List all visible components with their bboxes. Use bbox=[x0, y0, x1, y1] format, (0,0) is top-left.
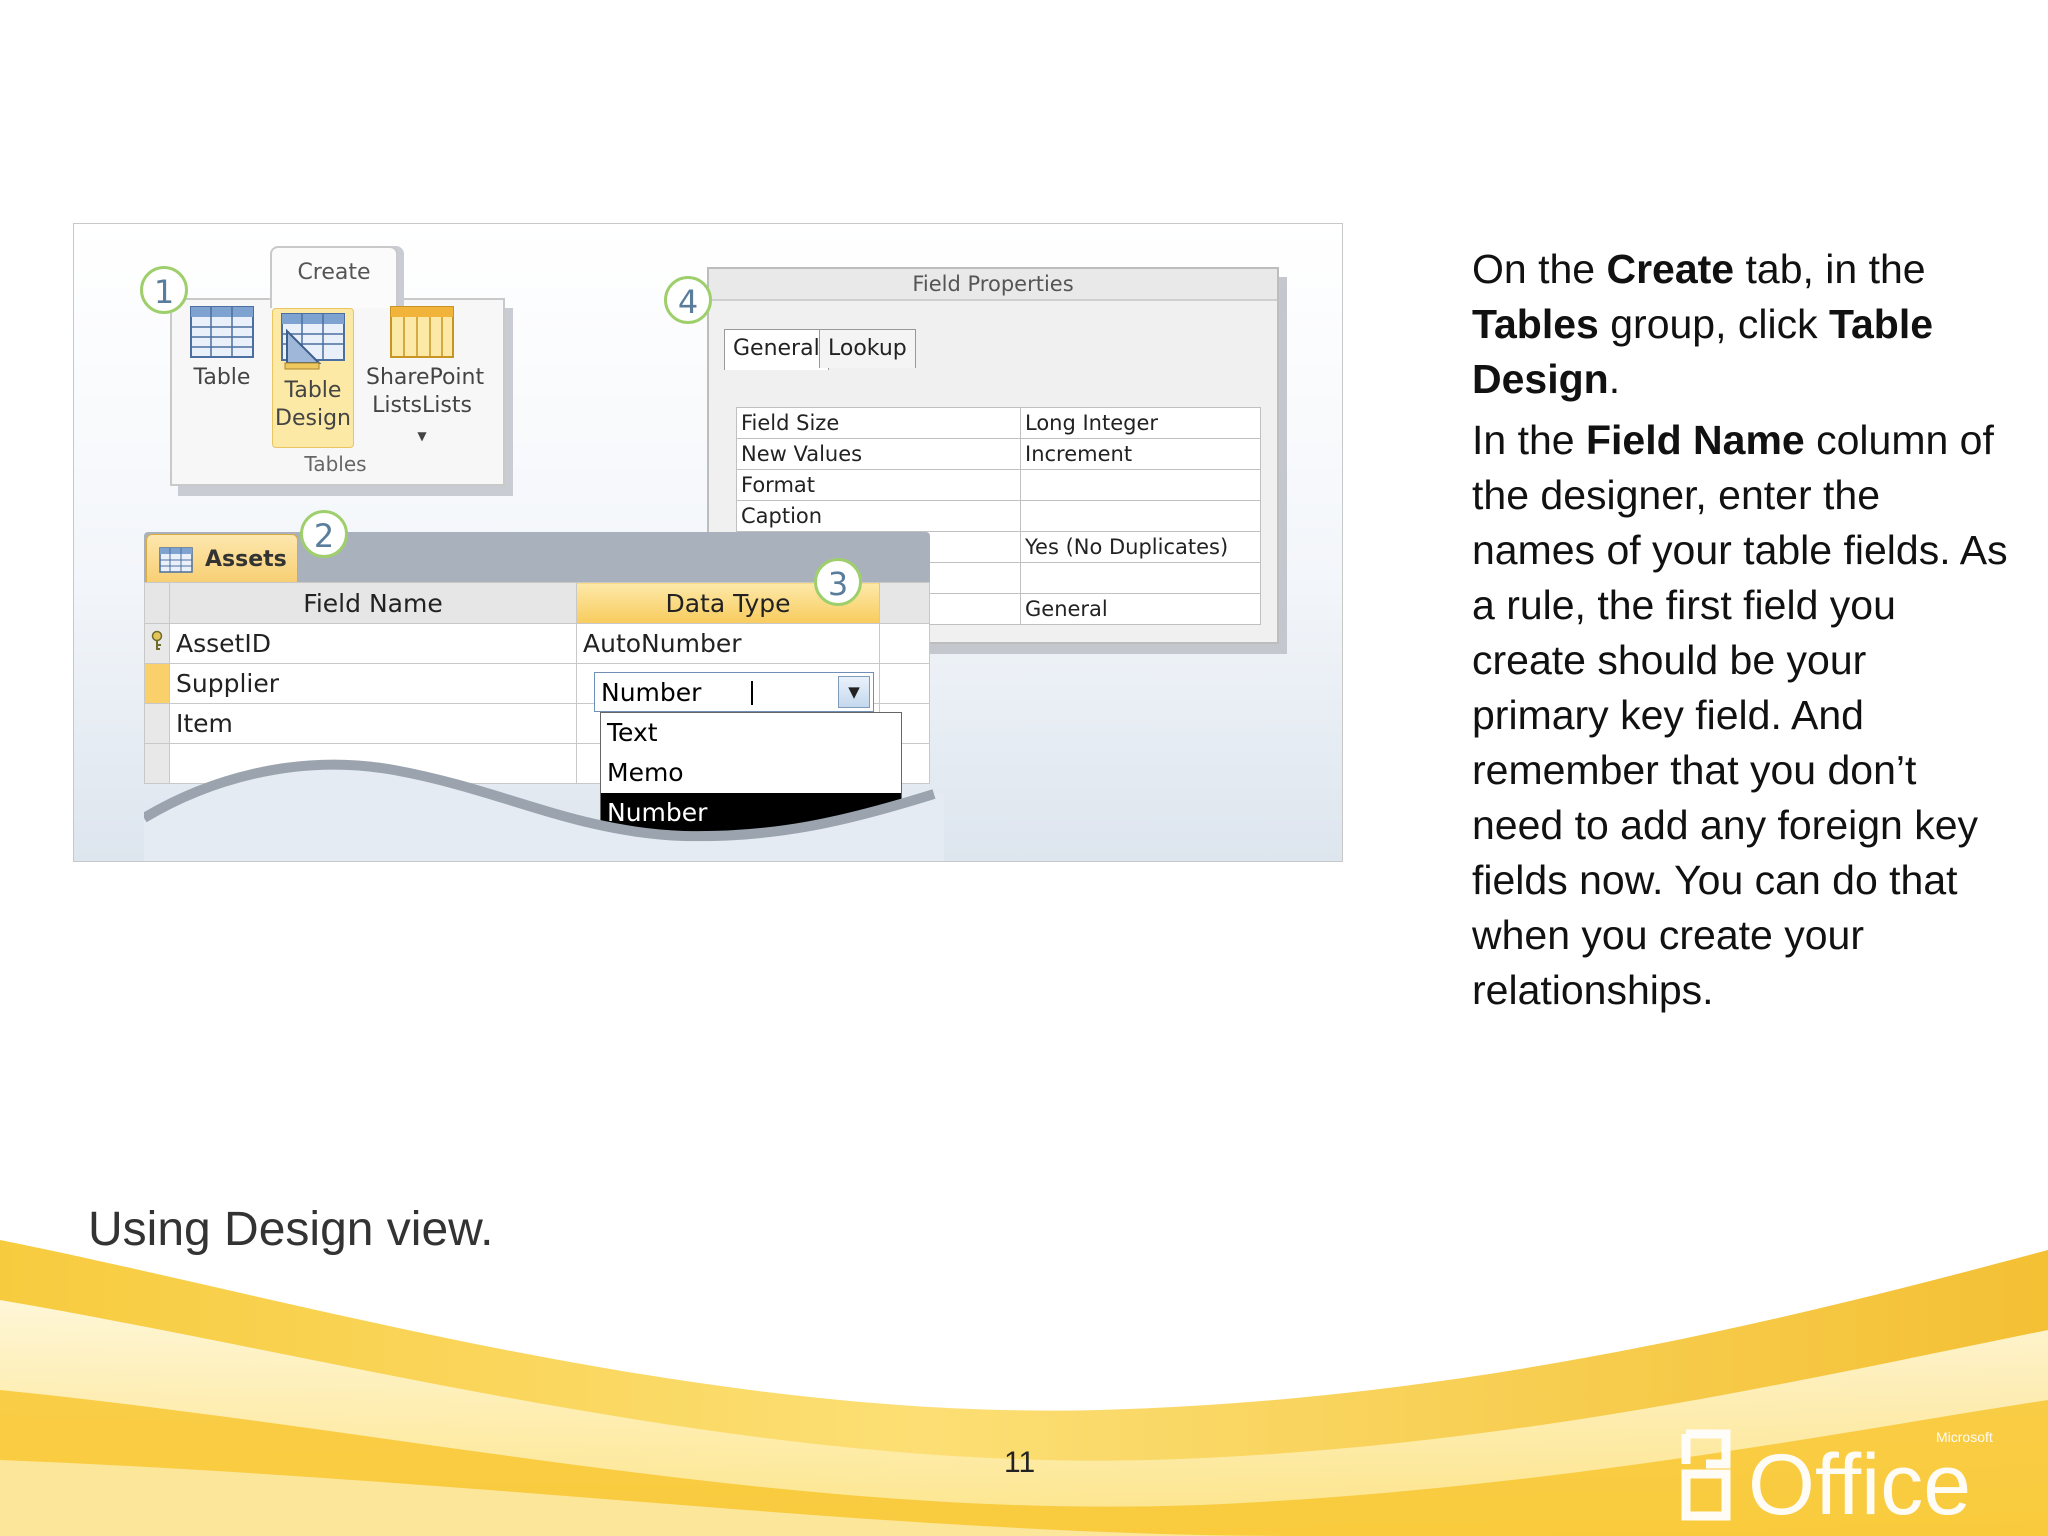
screenshot-panel: Create Table Table Design SharePoint Lis… bbox=[73, 223, 1343, 862]
property-value[interactable]: Yes (No Duplicates) bbox=[1020, 531, 1261, 563]
table-design-label-2: Design bbox=[275, 406, 351, 431]
logo-brand: Microsoft bbox=[1936, 1429, 1993, 1445]
table-row[interactable]: AssetID AutoNumber bbox=[144, 623, 930, 664]
property-value[interactable]: Increment bbox=[1020, 438, 1261, 470]
tab-lookup[interactable]: Lookup bbox=[819, 329, 916, 368]
tab-assets[interactable]: Assets bbox=[146, 534, 298, 583]
table-button[interactable]: Table bbox=[184, 306, 260, 392]
description-cell[interactable] bbox=[879, 663, 930, 704]
sharepoint-label-1: SharePoint bbox=[366, 365, 485, 390]
table-design-icon bbox=[281, 313, 345, 370]
sharepoint-lists-button[interactable]: SharePoint ListsLists ▼ bbox=[366, 306, 485, 450]
property-value[interactable]: General bbox=[1020, 593, 1261, 625]
sharepoint-lists-icon bbox=[390, 306, 454, 358]
property-name: Format bbox=[736, 469, 1021, 501]
tab-general[interactable]: General bbox=[724, 329, 829, 370]
table-icon bbox=[190, 306, 254, 358]
table-design-label-1: Table bbox=[284, 378, 342, 403]
property-row[interactable]: New Values Increment bbox=[736, 438, 1261, 470]
tab-assets-label: Assets bbox=[205, 547, 287, 572]
dropdown-arrow-icon[interactable]: ▼ bbox=[838, 676, 870, 708]
dropdown-option[interactable]: Memo bbox=[601, 753, 901, 793]
data-type-cell[interactable]: AutoNumber bbox=[576, 623, 880, 664]
property-value[interactable]: Long Integer bbox=[1020, 407, 1261, 439]
row-selector-header bbox=[144, 582, 170, 624]
field-name-header: Field Name bbox=[169, 582, 577, 624]
field-properties-title: Field Properties bbox=[709, 269, 1277, 301]
dropdown-option[interactable]: Text bbox=[601, 713, 901, 753]
ribbon-tab-label: Create bbox=[297, 260, 371, 285]
row-selector[interactable] bbox=[144, 663, 170, 704]
logo-text: Office bbox=[1748, 1437, 1971, 1530]
data-type-combobox[interactable]: Number ▼ bbox=[594, 672, 874, 712]
field-name-cell[interactable]: Item bbox=[169, 703, 577, 744]
ribbon-tab-create[interactable]: Create bbox=[270, 246, 398, 308]
callout-1: 1 bbox=[140, 266, 188, 314]
ribbon-group-label: Tables bbox=[304, 452, 367, 476]
property-value[interactable] bbox=[1020, 469, 1261, 501]
dropdown-arrow-icon: ▼ bbox=[417, 429, 427, 443]
property-value[interactable] bbox=[1020, 562, 1261, 594]
callout-2: 2 bbox=[300, 510, 348, 558]
combobox-value: Number bbox=[601, 678, 702, 707]
table-button-label: Table bbox=[193, 365, 251, 390]
property-row[interactable]: Caption bbox=[736, 500, 1261, 532]
sharepoint-label-2: Lists bbox=[372, 393, 422, 418]
page-number: 11 bbox=[1004, 1446, 1036, 1479]
property-value[interactable] bbox=[1020, 500, 1261, 532]
field-name-cell[interactable]: AssetID bbox=[169, 623, 577, 664]
table-design-button[interactable]: Table Design bbox=[272, 308, 354, 448]
property-name: New Values bbox=[736, 438, 1021, 470]
field-name-cell[interactable]: Supplier bbox=[169, 663, 577, 704]
property-name: Caption bbox=[736, 500, 1021, 532]
dropdown-option-selected[interactable]: Number bbox=[601, 793, 901, 833]
description-header bbox=[879, 582, 930, 624]
property-row[interactable]: Field Size Long Integer bbox=[736, 407, 1261, 439]
instructions-text: On the Create tab, in the Tables group, … bbox=[1472, 242, 2012, 1024]
row-selector[interactable] bbox=[144, 743, 170, 784]
row-selector[interactable] bbox=[144, 703, 170, 744]
instruction-1: On the Create tab, in the Tables group, … bbox=[1472, 246, 1934, 402]
callout-3: 3 bbox=[814, 558, 862, 606]
primary-key-icon bbox=[144, 623, 170, 664]
instruction-2: In the Field Name column of the designer… bbox=[1472, 417, 2008, 1013]
property-name: Field Size bbox=[736, 407, 1021, 439]
table-icon bbox=[159, 547, 193, 573]
office-logo: Office Microsoft bbox=[1681, 1429, 1993, 1530]
text-cursor bbox=[751, 681, 753, 705]
slide-caption: Using Design view. bbox=[88, 1203, 494, 1256]
description-cell[interactable] bbox=[879, 623, 930, 664]
callout-4: 4 bbox=[664, 276, 712, 324]
lists-label: Lists bbox=[422, 393, 472, 418]
data-type-dropdown-list: Text Memo Number bbox=[600, 712, 902, 840]
property-row[interactable]: Format bbox=[736, 469, 1261, 501]
